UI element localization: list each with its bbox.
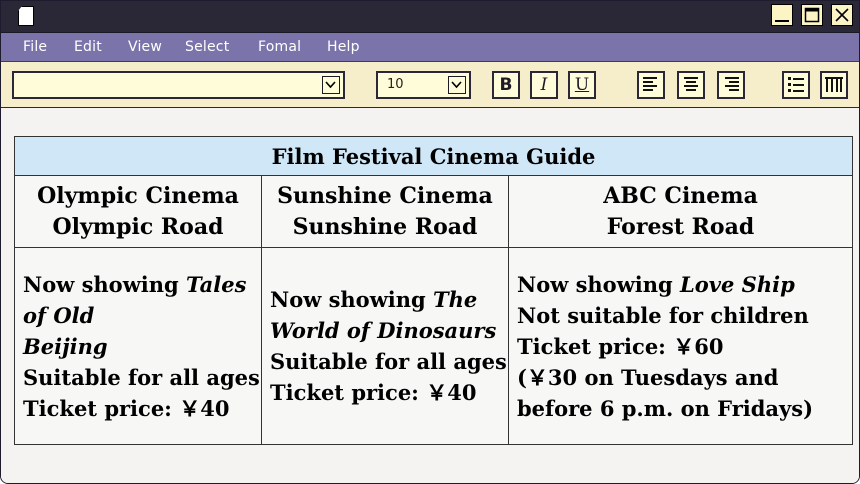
discount-note: (￥30 on Tuesdays and [517,364,779,390]
document-icon [18,6,34,26]
align-right-icon [725,77,739,91]
cinema-address: Sunshine Road [292,213,478,240]
cinema-address: Olympic Road [52,213,224,240]
bullet-list-icon [788,77,804,92]
cinema-header: ABC Cinema Forest Road [507,175,854,248]
film-line: Now showing Love Ship [517,269,852,300]
align-right-button[interactable] [717,71,745,99]
formatting-toolbar: 10 B I U [1,62,859,108]
maximize-icon [804,7,820,23]
suitability: Suitable for all ages [270,349,507,374]
suitability: Not suitable for children [517,302,809,328]
film-title: Love Ship [680,271,795,297]
now-showing-label: Now showing [517,271,681,297]
cinema-details: Now showing Love Ship Not suitable for c… [507,247,854,445]
close-button[interactable] [831,4,853,26]
bold-button[interactable]: B [492,71,520,99]
bullet-list-button[interactable] [782,71,810,99]
now-showing-label: Now showing [270,287,434,312]
italic-button[interactable]: I [530,71,558,99]
menu-edit[interactable]: Edit [74,39,102,55]
chevron-down-icon[interactable] [322,76,340,94]
align-left-icon [643,77,657,91]
align-center-icon [684,77,698,91]
menu-file[interactable]: File [23,39,47,55]
film-title: The [433,287,478,312]
film-title: Tales [186,271,247,297]
menu-format[interactable]: Fomal [258,39,301,55]
app-window: File Edit View Select Fomal Help 10 B I … [0,0,860,484]
cinema-header: Olympic Cinema Olympic Road [14,175,262,248]
minimize-button[interactable] [771,4,793,26]
cinema-name: ABC Cinema [603,182,758,209]
menu-help[interactable]: Help [327,39,360,55]
now-showing-label: Now showing [23,271,187,297]
film-line: Now showing Tales [23,269,261,300]
suitability: Suitable for all ages [23,364,260,390]
columns-icon [825,77,843,92]
film-title: of Old [23,302,95,328]
ticket-price: Ticket price: ￥60 [517,333,724,359]
columns-button[interactable] [820,71,848,99]
minimize-icon [775,20,789,22]
close-icon [835,8,849,22]
document-area[interactable]: Film Festival Cinema Guide Olympic Cinem… [1,108,859,483]
cinema-name: Olympic Cinema [37,182,239,209]
table-title: Film Festival Cinema Guide [13,136,854,176]
maximize-button[interactable] [801,4,823,26]
title-bar[interactable] [1,1,859,33]
film-title: Beijing [23,333,108,359]
cinema-details: Now showing Tales of Old Beijing Suitabl… [14,247,262,445]
underline-button[interactable]: U [568,71,596,99]
chevron-down-icon[interactable] [448,76,466,94]
film-line: Now showing The [270,284,508,315]
ticket-price: Ticket price: ￥40 [270,380,477,405]
font-family-select[interactable] [12,71,345,99]
film-title: World of Dinosaurs [270,318,497,343]
cinema-header: Sunshine Cinema Sunshine Road [261,175,509,248]
ticket-price: Ticket price: ￥40 [23,395,230,421]
cinema-address: Forest Road [606,213,755,240]
cinema-name: Sunshine Cinema [277,182,493,209]
align-left-button[interactable] [637,71,665,99]
cinema-details: Now showing The World of Dinosaurs Suita… [261,247,509,445]
cinema-guide-table: Film Festival Cinema Guide Olympic Cinem… [13,136,854,445]
font-size-select[interactable]: 10 [376,71,471,99]
font-size-value: 10 [387,77,404,92]
discount-note: before 6 p.m. on Fridays) [517,395,813,421]
align-center-button[interactable] [677,71,705,99]
menu-select[interactable]: Select [185,39,229,55]
menu-view[interactable]: View [128,39,162,55]
menu-bar: File Edit View Select Fomal Help [1,33,859,62]
